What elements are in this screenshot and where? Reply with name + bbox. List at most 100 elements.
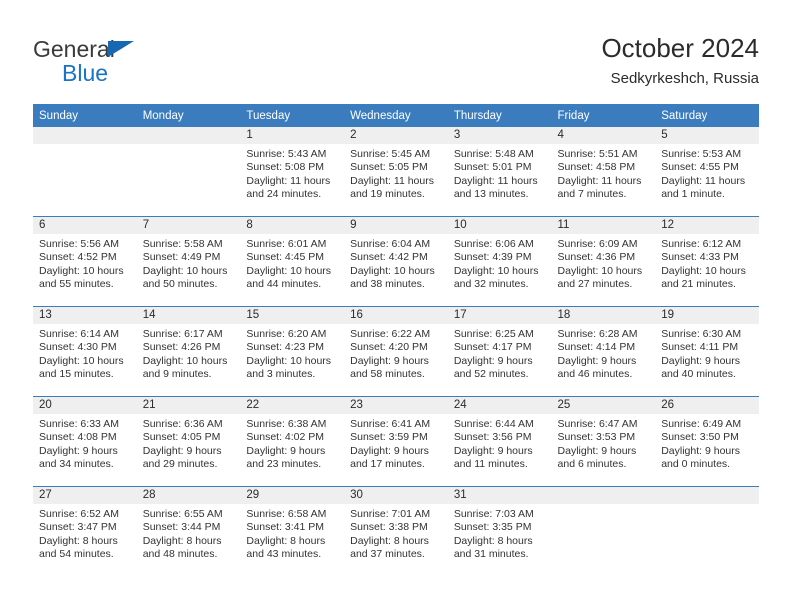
general-blue-logo[interactable]: General Blue bbox=[33, 36, 233, 88]
sunrise-time: Sunrise: 6:28 AM bbox=[557, 328, 638, 340]
calendar-week-row: 6 Sunrise: 5:56 AM Sunset: 4:52 PM Daylight… bbox=[33, 216, 759, 307]
calendar-day-cell[interactable]: 1 Sunrise: 5:43 AM Sunset: 5:08 PM Daylight… bbox=[240, 127, 345, 217]
daylight-duration-line2: and 38 minutes. bbox=[350, 278, 425, 291]
calendar-day-cell[interactable]: 19 Sunrise: 6:30 AM Sunset: 4:11 PM Dayligh… bbox=[655, 306, 759, 397]
daylight-duration-line2: and 58 minutes. bbox=[350, 368, 425, 381]
sunset-time: Sunset: 4:23 PM bbox=[246, 341, 325, 354]
day-details: Sunrise: 6:09 AM Sunset: 4:36 PM Daylight:… bbox=[552, 234, 656, 292]
calendar-day-cell[interactable]: 8 Sunrise: 6:01 AM Sunset: 4:45 PM Daylight… bbox=[240, 216, 345, 307]
day-number bbox=[551, 487, 656, 504]
day-number: 22 bbox=[240, 397, 345, 414]
day-cell-inner: 31 Sunrise: 7:03 AM Sunset: 3:35 PM Dayligh… bbox=[447, 487, 552, 576]
weekday-header-thursday: Thursday bbox=[447, 104, 552, 127]
calendar-day-cell[interactable]: 3 Sunrise: 5:48 AM Sunset: 5:01 PM Daylight… bbox=[447, 127, 552, 217]
day-cell-inner: 27 Sunrise: 6:52 AM Sunset: 3:47 PM Dayligh… bbox=[33, 487, 137, 576]
day-details: Sunrise: 6:28 AM Sunset: 4:14 PM Daylight:… bbox=[552, 324, 656, 382]
day-number: 30 bbox=[344, 487, 448, 504]
daylight-duration-line1: Daylight: 8 hours bbox=[350, 534, 429, 547]
sunrise-time: Sunrise: 6:12 AM bbox=[661, 238, 742, 250]
calendar-day-cell[interactable]: 16 Sunrise: 6:22 AM Sunset: 4:20 PM Dayligh… bbox=[344, 306, 448, 397]
calendar-day-cell[interactable]: 23 Sunrise: 6:41 AM Sunset: 3:59 PM Dayligh… bbox=[344, 396, 448, 487]
daylight-duration-line2: and 17 minutes. bbox=[350, 458, 425, 471]
logo-text-blue: Blue bbox=[62, 60, 109, 86]
sunset-time: Sunset: 4:45 PM bbox=[246, 251, 325, 264]
day-details: Sunrise: 5:48 AM Sunset: 5:01 PM Daylight:… bbox=[448, 144, 552, 202]
sunset-time: Sunset: 4:30 PM bbox=[39, 341, 117, 354]
sunset-time: Sunset: 3:53 PM bbox=[557, 431, 636, 444]
calendar-day-cell[interactable]: 2 Sunrise: 5:45 AM Sunset: 5:05 PM Daylight… bbox=[344, 127, 448, 217]
day-cell-inner: 10 Sunrise: 6:06 AM Sunset: 4:39 PM Dayligh… bbox=[447, 217, 552, 306]
calendar-day-cell[interactable]: 25 Sunrise: 6:47 AM Sunset: 3:53 PM Dayligh… bbox=[551, 396, 656, 487]
calendar-day-cell[interactable]: 28 Sunrise: 6:55 AM Sunset: 3:44 PM Dayligh… bbox=[136, 486, 241, 576]
calendar-day-cell[interactable]: 24 Sunrise: 6:44 AM Sunset: 3:56 PM Dayligh… bbox=[447, 396, 552, 487]
daylight-duration-line1: Daylight: 8 hours bbox=[39, 534, 118, 547]
daylight-duration-line1: Daylight: 10 hours bbox=[557, 264, 643, 277]
sunrise-time: Sunrise: 6:52 AM bbox=[39, 508, 119, 520]
calendar-day-cell[interactable]: 21 Sunrise: 6:36 AM Sunset: 4:05 PM Dayligh… bbox=[136, 396, 241, 487]
sunrise-time: Sunrise: 6:25 AM bbox=[453, 328, 534, 340]
daylight-duration-line1: Daylight: 11 hours bbox=[246, 174, 331, 187]
day-cell-inner: 20 Sunrise: 6:33 AM Sunset: 4:08 PM Dayligh… bbox=[33, 397, 137, 486]
daylight-duration-line1: Daylight: 9 hours bbox=[142, 444, 222, 457]
day-details: Sunrise: 6:14 AM Sunset: 4:30 PM Daylight:… bbox=[33, 324, 137, 382]
calendar-day-cell[interactable]: 26 Sunrise: 6:49 AM Sunset: 3:50 PM Dayligh… bbox=[655, 396, 759, 487]
day-cell-inner: 23 Sunrise: 6:41 AM Sunset: 3:59 PM Dayligh… bbox=[344, 397, 448, 486]
daylight-duration-line1: Daylight: 11 hours bbox=[557, 174, 642, 187]
calendar-day-cell[interactable]: 17 Sunrise: 6:25 AM Sunset: 4:17 PM Dayligh… bbox=[447, 306, 552, 397]
calendar-day-cell[interactable]: 29 Sunrise: 6:58 AM Sunset: 3:41 PM Dayligh… bbox=[240, 486, 345, 576]
sunrise-time: Sunrise: 6:20 AM bbox=[246, 328, 327, 340]
calendar-day-cell[interactable]: 5 Sunrise: 5:53 AM Sunset: 4:55 PM Daylight… bbox=[655, 127, 759, 217]
calendar-day-cell[interactable]: 7 Sunrise: 5:58 AM Sunset: 4:49 PM Daylight… bbox=[136, 216, 241, 307]
calendar-day-cell[interactable]: 18 Sunrise: 6:28 AM Sunset: 4:14 PM Dayligh… bbox=[551, 306, 656, 397]
weekday-header-monday: Monday bbox=[136, 104, 241, 127]
calendar-day-cell[interactable]: 12 Sunrise: 6:12 AM Sunset: 4:33 PM Dayligh… bbox=[655, 216, 759, 307]
day-cell-inner: 19 Sunrise: 6:30 AM Sunset: 4:11 PM Dayligh… bbox=[655, 307, 759, 396]
daylight-duration-line1: Daylight: 9 hours bbox=[350, 444, 429, 457]
calendar-day-cell[interactable]: 30 Sunrise: 7:01 AM Sunset: 3:38 PM Dayligh… bbox=[344, 486, 448, 576]
day-number: 18 bbox=[551, 307, 656, 324]
sunrise-time: Sunrise: 5:45 AM bbox=[350, 148, 431, 160]
logo-triangle-icon bbox=[108, 41, 134, 57]
daylight-duration-line1: Daylight: 10 hours bbox=[142, 354, 228, 367]
day-cell-inner: 5 Sunrise: 5:53 AM Sunset: 4:55 PM Daylight… bbox=[655, 127, 759, 216]
calendar-day-cell[interactable]: 31 Sunrise: 7:03 AM Sunset: 3:35 PM Dayligh… bbox=[447, 486, 552, 576]
sunrise-time: Sunrise: 6:38 AM bbox=[246, 418, 327, 430]
sunrise-time: Sunrise: 6:36 AM bbox=[142, 418, 223, 430]
sunset-time: Sunset: 4:42 PM bbox=[350, 251, 428, 264]
calendar-day-cell[interactable]: 4 Sunrise: 5:51 AM Sunset: 4:58 PM Daylight… bbox=[551, 127, 656, 217]
calendar-day-cell[interactable]: 20 Sunrise: 6:33 AM Sunset: 4:08 PM Dayligh… bbox=[33, 396, 137, 487]
daylight-duration-line2: and 52 minutes. bbox=[453, 368, 529, 381]
sunset-time: Sunset: 3:50 PM bbox=[661, 431, 739, 444]
daylight-duration-line2: and 32 minutes. bbox=[453, 278, 529, 291]
daylight-duration-line1: Daylight: 8 hours bbox=[246, 534, 326, 547]
day-cell-inner: 21 Sunrise: 6:36 AM Sunset: 4:05 PM Dayligh… bbox=[136, 397, 241, 486]
day-cell-inner: 1 Sunrise: 5:43 AM Sunset: 5:08 PM Daylight… bbox=[240, 127, 345, 216]
day-number: 11 bbox=[551, 217, 656, 234]
day-number: 9 bbox=[344, 217, 448, 234]
day-cell-inner: 30 Sunrise: 7:01 AM Sunset: 3:38 PM Dayligh… bbox=[344, 487, 448, 576]
calendar-day-cell[interactable]: 11 Sunrise: 6:09 AM Sunset: 4:36 PM Dayligh… bbox=[551, 216, 656, 307]
calendar-day-cell[interactable]: 27 Sunrise: 6:52 AM Sunset: 3:47 PM Dayligh… bbox=[33, 486, 137, 576]
calendar-day-cell[interactable]: 13 Sunrise: 6:14 AM Sunset: 4:30 PM Dayligh… bbox=[33, 306, 137, 397]
calendar-day-cell[interactable]: 15 Sunrise: 6:20 AM Sunset: 4:23 PM Dayligh… bbox=[240, 306, 345, 397]
daylight-duration-line1: Daylight: 8 hours bbox=[453, 534, 533, 547]
calendar-day-cell[interactable]: 22 Sunrise: 6:38 AM Sunset: 4:02 PM Dayligh… bbox=[240, 396, 345, 487]
daylight-duration-line2: and 43 minutes. bbox=[246, 548, 322, 561]
calendar-day-cell[interactable]: 9 Sunrise: 6:04 AM Sunset: 4:42 PM Daylight… bbox=[344, 216, 448, 307]
calendar-day-cell[interactable]: 6 Sunrise: 5:56 AM Sunset: 4:52 PM Daylight… bbox=[33, 216, 137, 307]
title-block: October 2024 Sedkyrkeshch, Russia bbox=[601, 32, 759, 88]
daylight-duration-line1: Daylight: 10 hours bbox=[661, 264, 746, 277]
calendar-day-cell[interactable]: 14 Sunrise: 6:17 AM Sunset: 4:26 PM Dayligh… bbox=[136, 306, 241, 397]
day-cell-inner: 6 Sunrise: 5:56 AM Sunset: 4:52 PM Daylight… bbox=[33, 217, 137, 306]
weekday-header-tuesday: Tuesday bbox=[240, 104, 345, 127]
calendar-day-cell-empty bbox=[655, 486, 759, 576]
daylight-duration-line1: Daylight: 10 hours bbox=[39, 354, 124, 367]
day-number: 14 bbox=[136, 307, 241, 324]
weekday-header-saturday: Saturday bbox=[655, 104, 759, 127]
daylight-duration-line2: and 7 minutes. bbox=[557, 188, 627, 201]
calendar-day-cell[interactable]: 10 Sunrise: 6:06 AM Sunset: 4:39 PM Dayligh… bbox=[447, 216, 552, 307]
daylight-duration-line2: and 31 minutes. bbox=[453, 548, 529, 561]
daylight-duration-line1: Daylight: 9 hours bbox=[557, 444, 637, 457]
day-cell-inner: 26 Sunrise: 6:49 AM Sunset: 3:50 PM Dayligh… bbox=[655, 397, 759, 486]
daylight-duration-line1: Daylight: 9 hours bbox=[453, 354, 533, 367]
